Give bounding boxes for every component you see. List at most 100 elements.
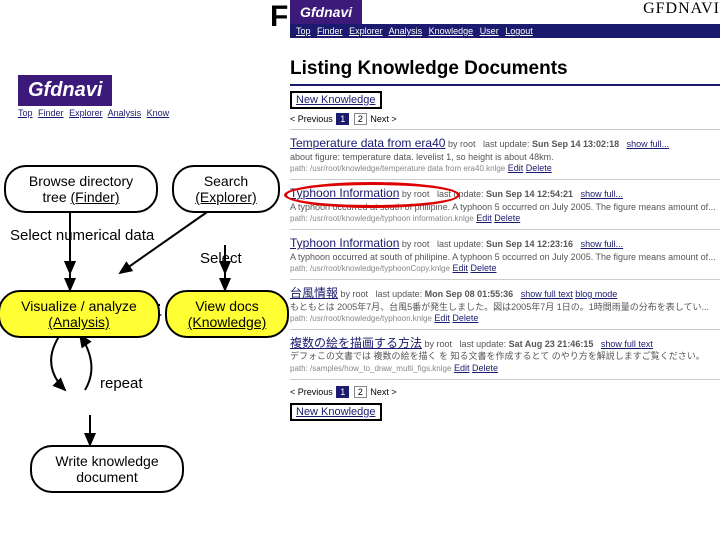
flow-write: Write knowledge document [30, 445, 184, 493]
page-2[interactable]: 2 [354, 386, 367, 398]
new-knowledge-button[interactable]: New Knowledge [290, 91, 382, 109]
doc-show[interactable]: show full... [627, 139, 670, 149]
flow-browse-l1: Browse directory [29, 173, 133, 189]
doc-delete[interactable]: Delete [526, 163, 552, 173]
doc-by: by root [341, 289, 369, 299]
flow-visualize-l1: Visualize / analyze [21, 298, 137, 314]
nav-top[interactable]: Top [296, 26, 311, 36]
flow-visualize-u: (Analysis) [48, 314, 109, 330]
doc-date: Sun Sep 14 12:23:16 [486, 239, 573, 249]
big-letter-f: F [270, 0, 288, 34]
flow-write-l2: document [76, 469, 137, 485]
app-logo-large: Gfdnavi [18, 75, 112, 106]
doc-update-label: last update: [460, 339, 507, 349]
nav-analysis[interactable]: Analysis [389, 26, 423, 36]
doc-edit[interactable]: Edit [508, 163, 524, 173]
doc-show[interactable]: show full text [521, 289, 573, 299]
doc-desc: A typhoon occurred at south of philipine… [290, 202, 716, 212]
doc-edit[interactable]: Edit [434, 313, 450, 323]
flow-repeat-label: repeat [100, 375, 143, 392]
doc-title[interactable]: Temperature data from era40 [290, 136, 445, 150]
doc-path: path: /usr/root/knowledge/temperature da… [290, 164, 505, 173]
doc-path: path: /usr/root/knowledge/typhoonCopy.kn… [290, 264, 450, 273]
nav-left-know[interactable]: Know [147, 108, 170, 118]
app-caps: GFDNAVI [643, 0, 720, 18]
flow-search-l1: Search [204, 173, 248, 189]
doc-item: Typhoon Information by root last update:… [290, 186, 720, 230]
flow-select-label: Select [200, 250, 242, 267]
pager-next[interactable]: Next > [370, 114, 396, 124]
doc-desc: about figure: temperature data. levelist… [290, 152, 554, 162]
nav-left-explorer[interactable]: Explorer [69, 108, 103, 118]
doc-by: by root [448, 139, 476, 149]
doc-blog[interactable]: blog mode [575, 289, 617, 299]
left-navbar: Top Finder Explorer Analysis Know [18, 106, 172, 120]
pager-bottom: < Previous 1 2 Next > [290, 386, 720, 398]
page-1[interactable]: 1 [336, 386, 349, 398]
doc-item: Temperature data from era40 by root last… [290, 136, 720, 180]
flow-search-u: (Explorer) [195, 189, 256, 205]
doc-title[interactable]: Typhoon Information [290, 186, 399, 200]
divider [290, 179, 720, 180]
doc-date: Sun Sep 14 12:54:21 [486, 189, 573, 199]
doc-delete[interactable]: Delete [472, 363, 498, 373]
doc-title[interactable]: Typhoon Information [290, 236, 399, 250]
top-navbar: Top Finder Explorer Analysis Knowledge U… [290, 24, 720, 38]
nav-left-analysis[interactable]: Analysis [108, 108, 142, 118]
flow-search: Search (Explorer) [172, 165, 280, 213]
pager-next[interactable]: Next > [370, 387, 396, 397]
doc-item: 複数の絵を描画する方法 by root last update: Sat Aug… [290, 336, 720, 380]
page-1[interactable]: 1 [336, 113, 349, 125]
divider [290, 329, 720, 330]
doc-show[interactable]: show full... [581, 239, 624, 249]
app-logo: Gfdnavi [290, 0, 362, 24]
doc-by: by root [425, 339, 453, 349]
doc-edit[interactable]: Edit [454, 363, 470, 373]
nav-left-top[interactable]: Top [18, 108, 33, 118]
page-2[interactable]: 2 [354, 113, 367, 125]
nav-user[interactable]: User [480, 26, 499, 36]
nav-left-finder[interactable]: Finder [38, 108, 64, 118]
doc-path: path: /usr/root/knowledge/typhoon inform… [290, 214, 474, 223]
doc-date: Sun Sep 14 13:02:18 [532, 139, 619, 149]
doc-item: Typhoon Information by root last update:… [290, 236, 720, 280]
doc-delete[interactable]: Delete [452, 313, 478, 323]
doc-show[interactable]: show full text [601, 339, 653, 349]
doc-desc: A typhoon occurred at south of philipine… [290, 252, 716, 262]
doc-update-label: last update: [483, 139, 530, 149]
nav-logout[interactable]: Logout [505, 26, 533, 36]
page-title: Listing Knowledge Documents [290, 54, 720, 86]
pager-prev[interactable]: < Previous [290, 114, 333, 124]
flow-selectnum-label: Select numerical data [10, 227, 154, 244]
doc-desc: もともとは 2005年7月、台風5番が発生しました。図は2005年7月 1日の。… [290, 302, 709, 312]
flow-browse-u: (Finder) [71, 189, 120, 205]
doc-update-label: last update: [437, 239, 484, 249]
nav-knowledge[interactable]: Knowledge [429, 26, 474, 36]
doc-edit[interactable]: Edit [476, 213, 492, 223]
new-knowledge-button-bottom[interactable]: New Knowledge [290, 403, 382, 421]
app-right-panel: Gfdnavi GFDNAVI Top Finder Explorer Anal… [290, 0, 720, 38]
doc-title[interactable]: 複数の絵を描画する方法 [290, 336, 422, 350]
flow-viewdocs-u: (Knowledge) [188, 314, 267, 330]
flow-browse-l2: tree [42, 189, 70, 205]
doc-delete[interactable]: Delete [471, 263, 497, 273]
doc-delete[interactable]: Delete [494, 213, 520, 223]
flow-viewdocs-l1: View docs [195, 298, 259, 314]
flow-browse: Browse directory tree (Finder) [4, 165, 158, 213]
doc-by: by root [402, 239, 430, 249]
divider [290, 229, 720, 230]
doc-update-label: last update: [376, 289, 423, 299]
flow-write-l1: Write knowledge [55, 453, 158, 469]
doc-date: Sat Aug 23 21:46:15 [509, 339, 594, 349]
flow-diagram: Browse directory tree (Finder) Search (E… [0, 155, 300, 515]
doc-by: by root [402, 189, 430, 199]
nav-finder[interactable]: Finder [317, 26, 343, 36]
doc-desc: デフォこの文書では 複数の絵を描く を 知る文書を作成するとて のやり方を解説し… [290, 351, 705, 361]
doc-path: path: /samples/how_to_draw_multi_figs.kn… [290, 364, 451, 373]
doc-show[interactable]: show full... [581, 189, 624, 199]
doc-edit[interactable]: Edit [452, 263, 468, 273]
nav-explorer[interactable]: Explorer [349, 26, 383, 36]
divider [290, 379, 720, 380]
doc-date: Mon Sep 08 01:55:36 [425, 289, 514, 299]
pager-top: < Previous 1 2 Next > [290, 113, 720, 125]
